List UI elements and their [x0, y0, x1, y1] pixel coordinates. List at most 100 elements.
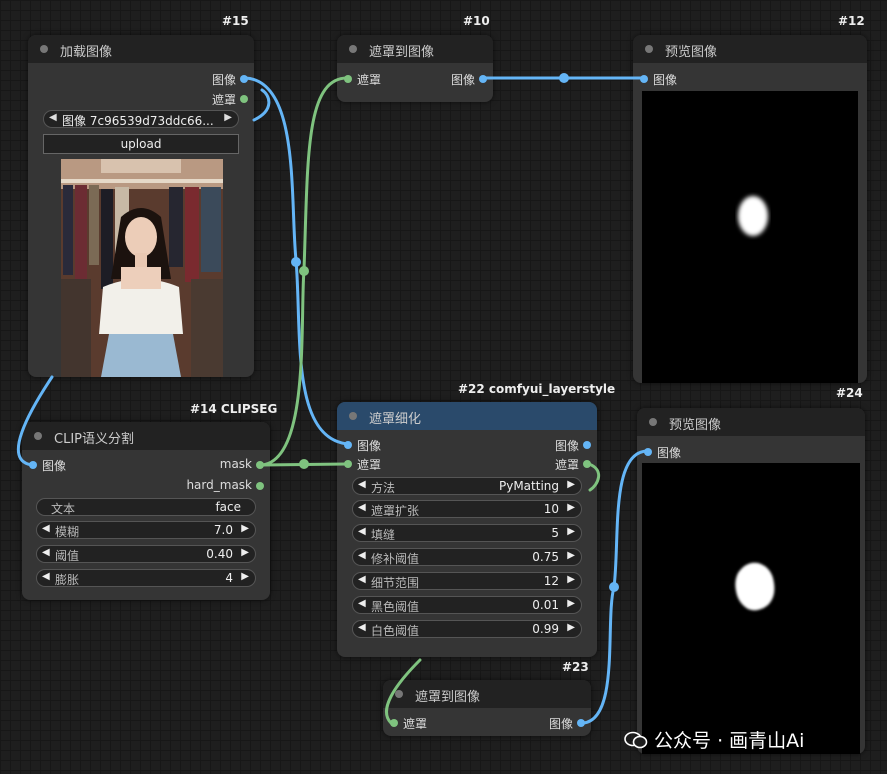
node-header[interactable]: 遮罩到图像 [337, 35, 493, 63]
widget-value: 4 [225, 571, 233, 585]
collapse-dot-icon[interactable] [40, 45, 48, 53]
node-mask-to-image-bottom[interactable]: 遮罩到图像 遮罩 图像 [383, 680, 591, 736]
widget-detail-range[interactable]: ◀ 细节范围 12 ▶ [352, 572, 582, 590]
node-title: 遮罩细化 [369, 412, 422, 427]
output-slot-image[interactable] [479, 75, 487, 83]
upload-button[interactable]: upload [43, 134, 239, 154]
input-label-image: 图像 [653, 73, 678, 87]
arrow-right-icon[interactable]: ▶ [241, 547, 249, 558]
widget-method[interactable]: ◀ 方法 PyMatting ▶ [352, 477, 582, 495]
widget-text[interactable]: 文本 face [36, 498, 256, 516]
input-label-mask: 遮罩 [357, 73, 382, 87]
output-label-mask: 遮罩 [554, 458, 579, 472]
node-header[interactable]: 加载图像 [28, 35, 254, 63]
widget-white-point[interactable]: ◀ 白色阈值 0.99 ▶ [352, 620, 582, 638]
node-header[interactable]: CLIP语义分割 [22, 422, 270, 450]
output-slot-mask[interactable] [256, 461, 264, 469]
arrow-right-icon[interactable]: ▶ [567, 550, 575, 561]
output-slot-image[interactable] [240, 75, 248, 83]
input-slot-mask[interactable] [390, 719, 398, 727]
widget-black-point[interactable]: ◀ 黑色阈值 0.01 ▶ [352, 596, 582, 614]
output-slot-image[interactable] [577, 719, 585, 727]
arrow-left-icon[interactable]: ◀ [42, 547, 50, 558]
widget-value: 0.40 [206, 547, 233, 561]
watermark: 公众号 · 画青山Ai [624, 726, 804, 753]
arrow-left-icon[interactable]: ◀ [358, 622, 366, 633]
node-id-preview-bottom: #24 [836, 386, 863, 400]
output-slot-image[interactable] [583, 441, 591, 449]
node-clipseg[interactable]: CLIP语义分割 图像 mask hard_mask 文本 face ◀ 模糊 … [22, 422, 270, 600]
collapse-dot-icon[interactable] [34, 432, 42, 440]
arrow-right-icon[interactable]: ▶ [567, 574, 575, 585]
mask-blob [735, 562, 775, 611]
arrow-left-icon[interactable]: ◀ [358, 574, 366, 585]
arrow-left-icon[interactable]: ◀ [358, 479, 366, 490]
widget-label: 填缝 [371, 528, 396, 542]
wire-reroute-dot [299, 459, 309, 469]
input-slot-mask[interactable] [344, 460, 352, 468]
node-load-image[interactable]: 加载图像 图像 遮罩 ◀ 图像 7c96539d73ddc66... ▶ upl… [28, 35, 254, 377]
node-id-load-image: #15 [222, 14, 249, 28]
widget-value: 0.75 [532, 550, 559, 564]
arrow-left-icon[interactable]: ◀ [42, 571, 50, 582]
wire-reroute-dot [299, 266, 309, 276]
widget-blur[interactable]: ◀ 模糊 7.0 ▶ [36, 521, 256, 539]
widget-mask-grow[interactable]: ◀ 遮罩扩张 10 ▶ [352, 500, 582, 518]
collapse-dot-icon[interactable] [645, 45, 653, 53]
node-mask-to-image-top[interactable]: 遮罩到图像 遮罩 图像 [337, 35, 493, 102]
arrow-left-icon[interactable]: ◀ [42, 523, 50, 534]
widget-label: 阈值 [55, 549, 80, 563]
collapse-dot-icon[interactable] [395, 690, 403, 698]
input-slot-image[interactable] [644, 448, 652, 456]
widget-value: 5 [551, 526, 559, 540]
image-file-combo[interactable]: ◀ 图像 7c96539d73ddc66... ▶ [43, 110, 239, 128]
output-label-mask: mask [219, 457, 252, 471]
input-label-mask: 遮罩 [357, 458, 382, 472]
widget-dilation[interactable]: ◀ 膨胀 4 ▶ [36, 569, 256, 587]
node-header[interactable]: 预览图像 [637, 408, 865, 436]
input-slot-image[interactable] [640, 75, 648, 83]
node-header[interactable]: 遮罩细化 [337, 402, 597, 430]
output-slot-hard-mask[interactable] [256, 482, 264, 490]
input-label-image: 图像 [42, 459, 67, 473]
node-title: CLIP语义分割 [54, 432, 134, 447]
arrow-right-icon[interactable]: ▶ [567, 479, 575, 490]
arrow-left-icon[interactable]: ◀ [358, 502, 366, 513]
arrow-right-icon[interactable]: ▶ [241, 523, 249, 534]
node-header[interactable]: 预览图像 [633, 35, 867, 63]
arrow-left-icon[interactable]: ◀ [358, 526, 366, 537]
node-mask-refine[interactable]: 遮罩细化 图像 遮罩 图像 遮罩 ◀ 方法 PyMatting ▶ ◀ 遮罩扩张… [337, 402, 597, 657]
node-preview-bottom[interactable]: 预览图像 图像 [637, 408, 865, 754]
widget-label: 遮罩扩张 [371, 504, 420, 518]
collapse-dot-icon[interactable] [649, 418, 657, 426]
output-slot-mask[interactable] [240, 95, 248, 103]
node-header[interactable]: 遮罩到图像 [383, 680, 591, 708]
arrow-right-icon[interactable]: ▶ [224, 112, 232, 123]
widget-label: 修补阈值 [371, 552, 420, 566]
arrow-right-icon[interactable]: ▶ [567, 622, 575, 633]
widget-value: 0.99 [532, 622, 559, 636]
widget-fix-threshold[interactable]: ◀ 修补阈值 0.75 ▶ [352, 548, 582, 566]
widget-threshold[interactable]: ◀ 阈值 0.40 ▶ [36, 545, 256, 563]
collapse-dot-icon[interactable] [349, 45, 357, 53]
input-slot-image[interactable] [29, 461, 37, 469]
arrow-left-icon[interactable]: ◀ [49, 112, 57, 123]
node-preview-top[interactable]: 预览图像 图像 [633, 35, 867, 383]
input-slot-image[interactable] [344, 441, 352, 449]
image-combo-value: 7c96539d73ddc66... [89, 114, 214, 128]
arrow-right-icon[interactable]: ▶ [241, 571, 249, 582]
arrow-right-icon[interactable]: ▶ [567, 526, 575, 537]
widget-fix-gap[interactable]: ◀ 填缝 5 ▶ [352, 524, 582, 542]
widget-label: 文本 [51, 502, 76, 516]
input-slot-mask[interactable] [344, 75, 352, 83]
arrow-right-icon[interactable]: ▶ [567, 502, 575, 513]
node-id-clipseg: #14 CLIPSEG [190, 402, 278, 416]
arrow-right-icon[interactable]: ▶ [567, 598, 575, 609]
output-slot-mask[interactable] [583, 460, 591, 468]
collapse-dot-icon[interactable] [349, 412, 357, 420]
wire-reroute-dot [291, 257, 301, 267]
widget-label: 白色阈值 [371, 624, 420, 638]
arrow-left-icon[interactable]: ◀ [358, 550, 366, 561]
arrow-left-icon[interactable]: ◀ [358, 598, 366, 609]
output-label-image: 图像 [211, 73, 236, 87]
